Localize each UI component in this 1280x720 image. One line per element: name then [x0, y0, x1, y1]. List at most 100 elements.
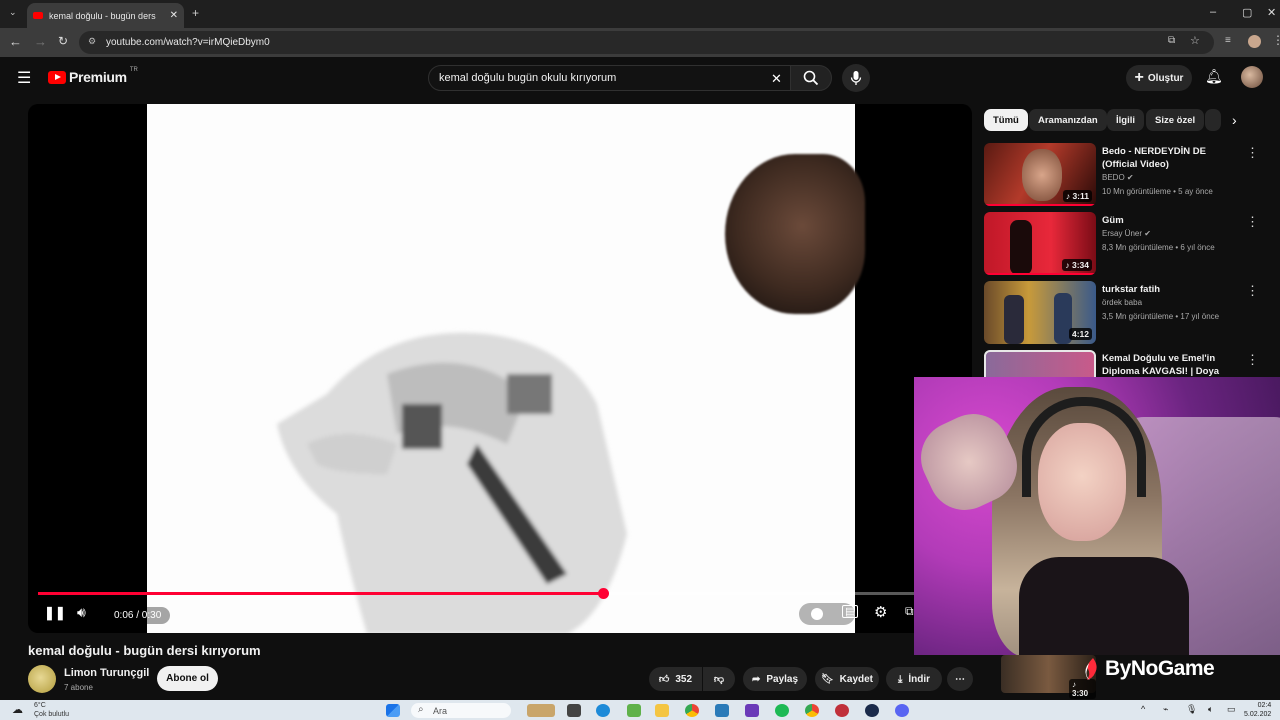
close-window-button[interactable]: ✕: [1267, 6, 1276, 19]
video-thumbnail[interactable]: [984, 350, 1096, 377]
recommendation-title: Kemal Doğulu ve Emel'in Diploma KAVGASI!…: [1102, 353, 1220, 377]
more-vertical-icon[interactable]: ⋮: [1246, 352, 1259, 368]
dislike-button[interactable]: 👎︎: [703, 667, 735, 691]
thumbs-down-icon: 👎︎: [713, 674, 725, 685]
address-bar[interactable]: ⚙ youtube.com/watch?v=irMQieDbym0 ⧉ ☆: [79, 31, 1214, 54]
save-button[interactable]: 🔖︎ Kaydet: [815, 667, 879, 691]
battery-icon[interactable]: ▭: [1227, 704, 1236, 715]
bynogame-flame-icon: [1085, 658, 1097, 680]
new-tab-icon[interactable]: +: [192, 6, 199, 20]
recommendation-item[interactable]: ♪ 3:34 Güm Ersay Üner ✔︎ 8,3 Mn görüntül…: [984, 212, 1274, 276]
bynogame-text: ByNoGame: [1105, 657, 1215, 680]
recommendation-item[interactable]: Kemal Doğulu ve Emel'in Diploma KAVGASI!…: [984, 350, 1274, 377]
clear-search-icon[interactable]: ✕: [771, 71, 782, 87]
chrome-icon[interactable]: [805, 704, 819, 717]
app-icon[interactable]: [835, 704, 849, 717]
network-icon[interactable]: ⌁: [1163, 704, 1168, 715]
app-icon[interactable]: [745, 704, 759, 717]
site-info-icon[interactable]: ⚙: [88, 36, 96, 47]
install-app-icon[interactable]: ⧉: [1168, 35, 1175, 46]
more-vertical-icon[interactable]: ⋮: [1246, 145, 1259, 161]
weather-icon[interactable]: ☁: [12, 703, 23, 716]
like-button[interactable]: 👍︎ 352: [649, 667, 702, 691]
copilot-icon[interactable]: [627, 704, 641, 717]
recommendation-item[interactable]: 4:12 turkstar fatih ördek baba 3,5 Mn gö…: [984, 281, 1274, 345]
miniplayer-icon[interactable]: ⧉: [905, 604, 914, 619]
spotify-icon[interactable]: [775, 704, 789, 717]
youtube-logo[interactable]: Premium TR: [48, 67, 138, 85]
store-icon[interactable]: [715, 704, 729, 717]
recommendation-item[interactable]: ♪ 3:11 Bedo - NERDEYDİN DE (Official Vid…: [984, 143, 1274, 207]
widget-icon[interactable]: [527, 704, 555, 717]
profile-icon[interactable]: [1248, 35, 1261, 48]
steam-icon[interactable]: [865, 704, 879, 717]
recommendation-channel: Ersay Üner ✔︎: [1102, 229, 1151, 238]
settings-gear-icon[interactable]: ⚙: [874, 603, 887, 621]
download-button[interactable]: ⤓ İndir: [886, 667, 942, 691]
chrome-icon[interactable]: [685, 704, 699, 717]
forward-icon[interactable]: →: [34, 34, 47, 49]
extensions-icon[interactable]: ≡: [1225, 35, 1231, 46]
tab-close-icon[interactable]: ✕: [170, 10, 178, 21]
tab-search-icon[interactable]: ⌄: [9, 7, 17, 18]
plus-icon: +: [1134, 69, 1144, 86]
bookmark-star-icon[interactable]: ☆: [1190, 34, 1200, 47]
task-view-icon[interactable]: [567, 704, 581, 717]
channel-avatar[interactable]: [28, 665, 56, 693]
create-button[interactable]: + Oluştur: [1126, 65, 1192, 91]
pause-icon[interactable]: ❚❚: [44, 605, 66, 621]
tab-title: kemal doğulu - bugün ders: [49, 10, 156, 21]
duration-badge: ♪ 3:11: [1062, 190, 1092, 202]
edge-icon[interactable]: [596, 704, 610, 717]
hamburger-menu-icon[interactable]: ☰: [17, 68, 31, 88]
video-thumbnail[interactable]: 4:12: [984, 281, 1096, 344]
reload-icon[interactable]: ↻: [58, 34, 68, 48]
share-button[interactable]: ➦ Paylaş: [743, 667, 807, 691]
microphone-tray-icon[interactable]: 🎙︎: [1186, 704, 1197, 715]
search-input[interactable]: kemal doğulu bugün okulu kırıyorum ✕: [428, 65, 792, 91]
duration-text: 3:11: [1072, 191, 1089, 201]
chip-all[interactable]: Tümü: [984, 109, 1028, 131]
minimize-button[interactable]: –: [1210, 6, 1216, 18]
voice-search-button[interactable]: [842, 64, 870, 92]
video-player[interactable]: ❚❚ 🔊︎ 0:06 / 0:30 ▤ ⚙ ⧉: [28, 104, 972, 633]
subscriber-count: 7 abone: [64, 683, 93, 692]
chip-from-search[interactable]: Aramanızdan: [1029, 109, 1107, 131]
maximize-button[interactable]: ▢: [1242, 6, 1252, 19]
subtitles-icon[interactable]: ▤: [842, 605, 859, 618]
tray-chevron-icon[interactable]: ^: [1141, 704, 1145, 714]
duration-badge: 4:12: [1068, 328, 1092, 340]
account-avatar[interactable]: [1241, 66, 1263, 88]
verified-icon: ✔︎: [1126, 173, 1134, 182]
search-button[interactable]: [790, 65, 832, 91]
volume-icon[interactable]: 🔊︎: [77, 604, 86, 621]
discord-icon[interactable]: [895, 704, 909, 717]
speaker-tray-icon[interactable]: 🔈︎: [1208, 704, 1213, 715]
file-explorer-icon[interactable]: [655, 704, 669, 717]
thumbnail-person: [1022, 149, 1062, 201]
video-thumbnail[interactable]: ♪ 3:34: [984, 212, 1096, 275]
browser-tab[interactable]: kemal doğulu - bugün ders ✕: [27, 3, 184, 28]
youtube-header: ☰ Premium TR kemal doğulu bugün okulu kı…: [0, 57, 1280, 99]
more-vertical-icon[interactable]: ⋮: [1246, 283, 1259, 299]
create-label: Oluştur: [1147, 72, 1184, 84]
bynogame-logo: ByNoGame: [1081, 657, 1215, 681]
recommendation-channel: ördek baba: [1102, 298, 1143, 307]
system-clock[interactable]: 02:4 5.02.202: [1244, 701, 1271, 719]
video-thumbnail[interactable]: ♪ 3:11: [984, 143, 1096, 206]
weather-widget[interactable]: 6°C Çok bulutlu: [34, 701, 69, 719]
more-vertical-icon[interactable]: ⋮: [1246, 214, 1259, 230]
chip-for-you[interactable]: Size özel: [1146, 109, 1205, 131]
notifications-bell-icon[interactable]: 🔔︎: [1205, 68, 1223, 85]
subscribe-button[interactable]: Abone ol: [157, 666, 218, 691]
youtube-favicon-icon: [33, 12, 43, 19]
browser-menu-icon[interactable]: ⋮: [1272, 33, 1280, 47]
chip-partial[interactable]: [1205, 109, 1221, 131]
channel-name[interactable]: Limon Turunçgil: [64, 667, 149, 679]
more-actions-button[interactable]: ⋯: [947, 667, 973, 691]
chip-related[interactable]: İlgili: [1107, 109, 1144, 131]
windows-start-icon[interactable]: [386, 704, 400, 717]
chevron-right-icon[interactable]: ›: [1232, 112, 1237, 128]
taskbar-search[interactable]: ⌕ Ara: [411, 703, 511, 718]
back-icon[interactable]: ←: [9, 34, 22, 49]
